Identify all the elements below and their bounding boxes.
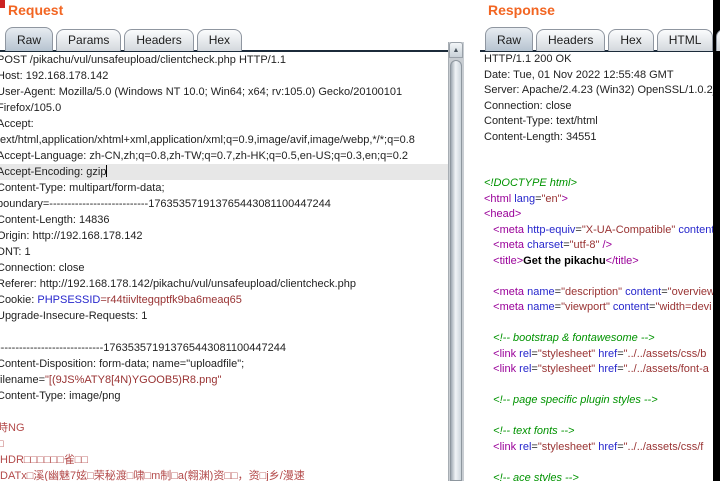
editor-line: text/html,application/xhtml+xml,applicat…: [0, 134, 415, 146]
text-caret: [106, 165, 108, 177]
editor-line: Content-Length: 14836: [0, 214, 110, 226]
editor-line: DNT: 1: [0, 246, 31, 258]
editor-line: <!-- ace styles -->: [493, 471, 579, 481]
editor-line: <link rel="stylesheet" href="../../asset…: [493, 347, 707, 360]
editor-line: HTTP/1.1 200 OK: [484, 53, 572, 65]
editor-line: <meta name="viewport" content="width=dev…: [493, 301, 712, 313]
tab-hex[interactable]: Hex: [196, 29, 243, 51]
editor-line: Referer: http://192.168.178.142/pikachu/…: [0, 278, 356, 290]
tab-raw[interactable]: Raw: [485, 27, 534, 51]
editor-line: Accept-Language: zh-CN,zh;q=0.8,zh-TW;q=…: [0, 150, 409, 162]
editor-line: <!-- page specific plugin styles -->: [493, 394, 658, 406]
request-panel: Request Raw Params Headers Hex POST /pikach…: [0, 0, 464, 481]
editor-line: Connection: close: [484, 99, 572, 112]
screen-edge-strip: [713, 0, 720, 481]
request-tabbar: Raw Params Headers Hex: [5, 27, 243, 51]
tab-headers[interactable]: Headers: [536, 29, 606, 51]
editor-line: Origin: http://192.168.178.142: [0, 230, 143, 242]
editor-line: Cookie: PHPSESSID=r44tiivltegqptfk9ba6me…: [0, 294, 242, 306]
editor-line: Connection: close: [0, 262, 85, 274]
editor-line: <link rel="stylesheet" href="../../asset…: [493, 363, 709, 375]
editor-line: Date: Tue, 01 Nov 2022 12:55:48 GMT: [484, 68, 674, 81]
editor-line: <meta name="description" content="overvi…: [493, 285, 715, 298]
editor-line: -----------------------------17635357191…: [0, 342, 286, 354]
editor-line: filename="[(9JS%ATY8[4N)YGOOB5)R8.png": [0, 374, 222, 386]
editor-line: <link rel="stylesheet" href="../../asset…: [493, 440, 704, 453]
request-editor[interactable]: POST /pikachu/vul/unsafeupload/clientche…: [0, 52, 448, 481]
editor-line: Accept-Encoding: gzip: [0, 164, 448, 180]
editor-line: Content-Length: 34551: [484, 130, 597, 143]
response-editor[interactable]: HTTP/1.1 200 OK Date: Tue, 01 Nov 2022 12…: [480, 52, 717, 481]
tab-headers[interactable]: Headers: [124, 29, 194, 51]
request-scrollbar-thumb[interactable]: [450, 60, 462, 481]
editor-line: User-Agent: Mozilla/5.0 (Windows NT 10.0…: [0, 86, 403, 98]
editor-line: boundary=---------------------------1763…: [0, 198, 331, 210]
tab-params[interactable]: Params: [56, 29, 122, 51]
editor-line: 時NG: [0, 422, 25, 434]
editor-line: <!-- bootstrap & fontawesome -->: [493, 332, 655, 344]
up-arrow-icon: ▲: [452, 46, 460, 54]
editor-line: Content-Type: multipart/form-data;: [0, 182, 165, 194]
request-panel-title: Request: [8, 2, 64, 18]
editor-line: IHDR□□□□□□雀□□: [0, 454, 89, 466]
response-panel-title: Response: [488, 2, 555, 18]
editor-line: Firefox/105.0: [0, 102, 62, 114]
request-scrollbar[interactable]: ▲: [448, 42, 464, 481]
editor-line: Accept:: [0, 118, 34, 130]
editor-line: Host: 192.168.178.142: [0, 70, 109, 82]
editor-line: □: [0, 438, 4, 450]
scrollbar-up-button[interactable]: ▲: [449, 42, 463, 58]
response-tabbar: RawHeadersHexHTMLRender: [485, 27, 720, 51]
editor-line: Content-Disposition: form-data; name="up…: [0, 358, 245, 370]
editor-line: <title>Get the pikachu</title>: [493, 254, 639, 267]
editor-line: <meta charset="utf-8" />: [493, 239, 612, 251]
editor-line: <head>: [484, 208, 522, 220]
editor-line: <html lang="en">: [484, 192, 568, 205]
tab-render[interactable]: Render: [716, 29, 720, 51]
tab-hex[interactable]: Hex: [608, 29, 654, 51]
tab-html[interactable]: HTML: [656, 29, 714, 51]
editor-line: <!DOCTYPE html>: [484, 177, 577, 189]
editor-line: IDATx□溪(幽魅7妶□荣秘渡□啸□m制□a(翱渊)资□□，资□j乡/漫速: [0, 470, 305, 481]
editor-line: Upgrade-Insecure-Requests: 1: [0, 310, 148, 322]
editor-line: <meta http-equiv="X-UA-Compatible" conte…: [493, 223, 715, 236]
tab-raw[interactable]: Raw: [5, 27, 54, 51]
response-panel: Response RawHeadersHexHTMLRender HTTP/1.…: [480, 0, 720, 481]
editor-line: Server: Apache/2.4.23 (Win32) OpenSSL/1.…: [484, 84, 716, 96]
editor-line: Content-Type: image/png: [0, 390, 121, 402]
editor-line: <!-- text fonts -->: [493, 425, 575, 437]
editor-line: Content-Type: text/html: [484, 115, 598, 127]
editor-line: POST /pikachu/vul/unsafeupload/clientche…: [0, 54, 287, 66]
